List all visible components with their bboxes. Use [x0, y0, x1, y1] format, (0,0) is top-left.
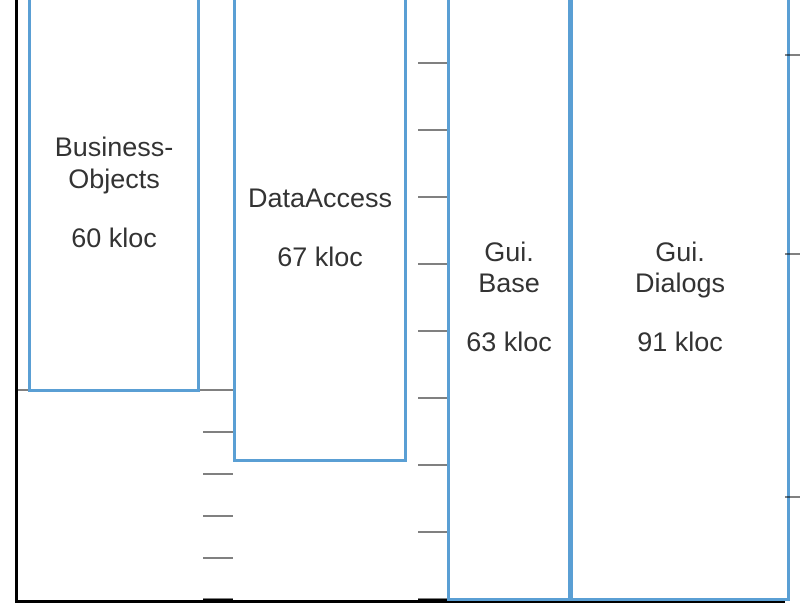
module-value: 63 kloc [466, 327, 552, 358]
module-box-gui-base: Gui.Base 63 kloc [447, 0, 571, 601]
module-value: 91 kloc [637, 327, 723, 358]
module-box-businessobjects: Business-Objects 60 kloc [28, 0, 200, 392]
module-label: DataAccess [248, 183, 392, 214]
module-value: 60 kloc [71, 223, 157, 254]
module-label: Gui.Base [478, 237, 540, 299]
module-box-dataaccess: DataAccess 67 kloc [233, 0, 407, 462]
module-label: Gui.Dialogs [635, 237, 725, 299]
module-label: Business-Objects [55, 132, 174, 194]
module-box-gui-dialogs: Gui.Dialogs 91 kloc [570, 0, 790, 601]
module-value: 67 kloc [277, 242, 363, 273]
